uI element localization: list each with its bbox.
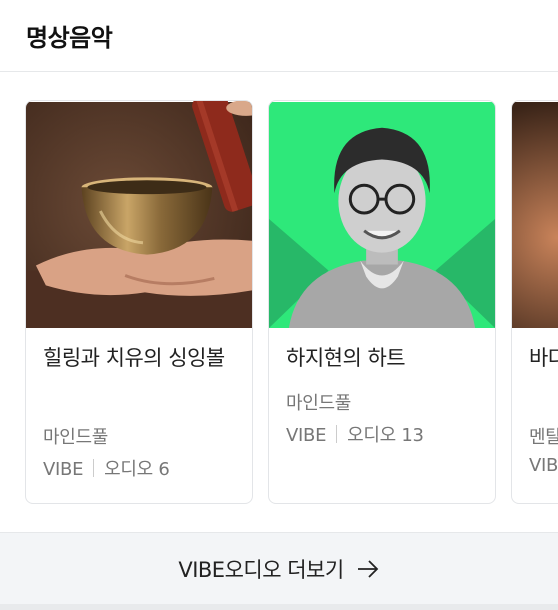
audio-carousel[interactable]: 힐링과 치유의 싱잉볼 마인드풀 VIBE 오디오 6 하지현의 하트 마인드풀…: [0, 72, 558, 532]
card-count: 오디오 6: [104, 459, 170, 480]
card-author: 마인드풀: [286, 393, 352, 414]
card-author: 멘탈: [529, 427, 558, 448]
audio-card-heart[interactable]: 하지현의 하트 마인드풀 VIBE 오디오 13: [268, 100, 496, 504]
card-source: VIBE: [529, 455, 558, 476]
singing-bowl-thumbnail: [26, 101, 252, 328]
section-header: 명상음악: [0, 0, 558, 72]
card-source: VIBE: [286, 425, 327, 446]
card-meta: VIBE: [529, 455, 558, 476]
bottom-divider: [0, 604, 558, 610]
card-author: 마인드풀: [43, 427, 109, 448]
section-title: 명상음악: [26, 24, 113, 52]
card-count: 오디오 13: [347, 425, 424, 446]
footer: VIBE오디오 더보기: [0, 532, 558, 604]
audio-card-partial[interactable]: 바다인 … 멘탈 VIBE: [511, 100, 558, 504]
meta-divider: [93, 459, 95, 477]
beach-thumbnail: [512, 102, 558, 328]
more-vibe-audio-button[interactable]: VIBE오디오 더보기: [0, 533, 558, 605]
card-title[interactable]: 힐링과 치유의 싱잉볼: [43, 341, 243, 375]
card-meta: VIBE 오디오 13: [286, 421, 424, 447]
audio-card-singing-bowl[interactable]: 힐링과 치유의 싱잉볼 마인드풀 VIBE 오디오 6: [25, 100, 253, 504]
more-button-label: VIBE오디오 더보기: [178, 558, 344, 582]
card-title[interactable]: 하지현의 하트: [286, 341, 486, 375]
card-title[interactable]: 바다인 …: [529, 341, 558, 375]
arrow-right-icon: [357, 560, 378, 578]
card-source: VIBE: [43, 459, 84, 480]
host-portrait-thumbnail: [269, 102, 495, 328]
meta-divider: [336, 425, 338, 443]
card-meta: VIBE 오디오 6: [43, 455, 170, 481]
